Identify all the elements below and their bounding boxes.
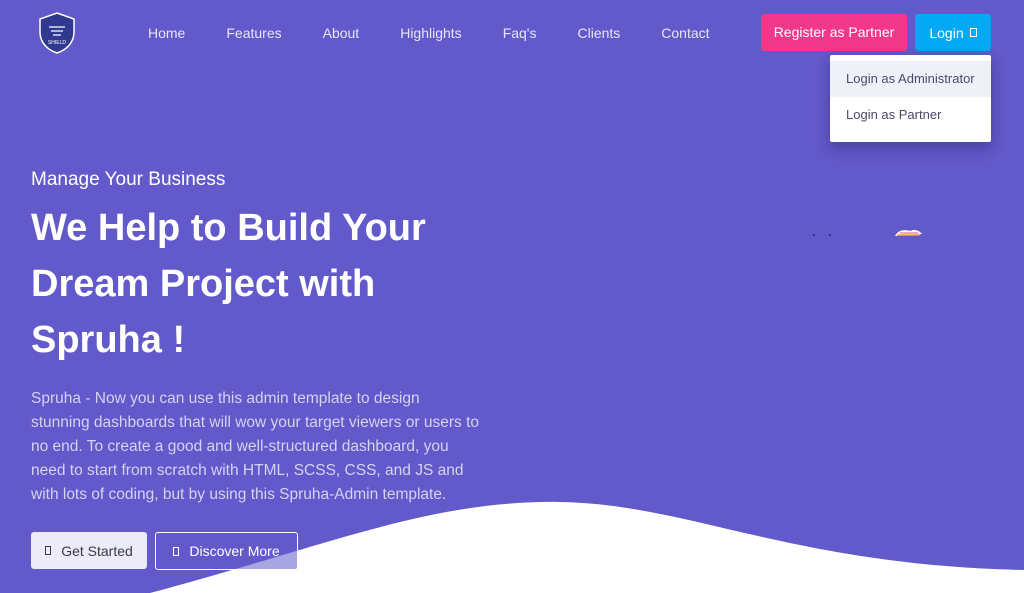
hero-subtitle: Manage Your Business	[31, 169, 226, 190]
dropdown-item-login-admin[interactable]: Login as Administrator	[830, 61, 991, 97]
decorative-illustration	[813, 230, 922, 236]
login-button[interactable]: Login	[915, 14, 991, 51]
main-nav: Home Features About Highlights Faq's Cli…	[130, 25, 710, 41]
nav-faqs[interactable]: Faq's	[503, 25, 537, 41]
login-dropdown-menu: Login as Administrator Login as Partner	[830, 55, 991, 142]
hero-title-line: Dream Project with	[31, 263, 376, 305]
discover-more-button[interactable]: Discover More	[155, 532, 298, 570]
hero-title: We Help to Build Your Dream Project with…	[31, 200, 511, 368]
nav-highlights[interactable]: Highlights	[400, 25, 461, 41]
dropdown-item-login-partner[interactable]: Login as Partner	[830, 97, 991, 133]
hero-title-line: We Help to Build Your	[31, 207, 426, 249]
hero-description-line: stunning dashboards that will wow your t…	[31, 414, 479, 431]
get-started-button[interactable]: Get Started	[31, 532, 147, 569]
shield-logo-icon[interactable]: SHIELD	[37, 12, 77, 54]
register-partner-button[interactable]: Register as Partner	[761, 14, 907, 51]
hero-description-line: need to start from scratch with HTML, SC…	[31, 462, 464, 479]
play-icon	[45, 546, 52, 555]
get-started-label: Get Started	[61, 542, 133, 559]
hero-description-line: Spruha - Now you can use this admin temp…	[31, 390, 420, 407]
hero-description-line: no end. To create a good and well-struct…	[31, 438, 449, 455]
nav-home[interactable]: Home	[148, 25, 185, 41]
discover-more-label: Discover More	[189, 543, 280, 559]
nav-features[interactable]: Features	[226, 25, 281, 41]
compass-icon	[173, 546, 180, 556]
caret-box-icon	[969, 28, 977, 37]
nav-clients[interactable]: Clients	[577, 25, 620, 41]
nav-contact[interactable]: Contact	[661, 25, 709, 41]
hero-title-line: Spruha !	[31, 319, 186, 361]
hero-description: Spruha - Now you can use this admin temp…	[31, 387, 501, 507]
login-button-label: Login	[929, 24, 964, 41]
hero-description-line: with lots of coding, but by using this S…	[31, 486, 447, 503]
logo-text: SHIELD	[48, 40, 66, 46]
nav-about[interactable]: About	[323, 25, 360, 41]
